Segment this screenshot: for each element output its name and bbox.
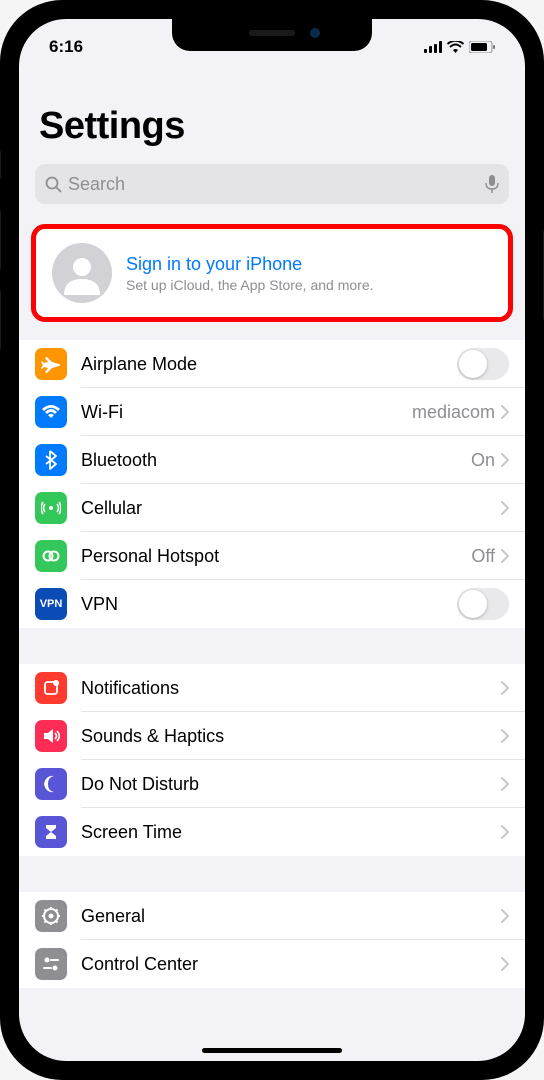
sign-in-card[interactable]: Sign in to your iPhone Set up iCloud, th… [31,224,513,322]
general-label: General [81,906,501,927]
system-group: General Control Center [19,892,525,988]
page-title: Settings [39,105,505,148]
avatar-placeholder [52,243,112,303]
search-box[interactable]: Search [35,164,509,204]
chevron-icon [501,777,509,791]
chevron-icon [501,549,509,563]
status-time: 6:16 [49,37,83,57]
status-icons [424,41,495,53]
sounds-icon [35,720,67,752]
connectivity-group: Airplane Mode Wi-Fi mediacom [19,340,525,628]
chevron-icon [501,729,509,743]
bluetooth-label: Bluetooth [81,450,471,471]
dnd-row[interactable]: Do Not Disturb [19,760,525,808]
hourglass-icon [35,816,67,848]
sign-in-subtitle: Set up iCloud, the App Store, and more. [126,277,374,293]
home-indicator[interactable] [202,1048,342,1053]
notifications-icon [35,672,67,704]
wifi-row-icon [35,396,67,428]
sliders-icon [35,948,67,980]
dnd-label: Do Not Disturb [81,774,501,795]
bluetooth-row[interactable]: Bluetooth On [19,436,525,484]
screentime-label: Screen Time [81,822,501,843]
chevron-icon [501,405,509,419]
signal-icon [424,41,442,53]
hotspot-icon [35,540,67,572]
screentime-row[interactable]: Screen Time [19,808,525,856]
search-icon [45,176,62,193]
airplane-toggle[interactable] [457,348,509,380]
sign-in-title: Sign in to your iPhone [126,254,374,275]
bluetooth-detail: On [471,450,495,471]
control-center-row[interactable]: Control Center [19,940,525,988]
chevron-icon [501,501,509,515]
notifications-row[interactable]: Notifications [19,664,525,712]
chevron-icon [501,681,509,695]
notifications-label: Notifications [81,678,501,699]
wifi-icon [447,41,464,53]
gear-icon [35,900,67,932]
phone-frame: 6:16 [0,0,544,1080]
hotspot-label: Personal Hotspot [81,546,471,567]
chevron-icon [501,453,509,467]
search-placeholder: Search [68,174,485,195]
chevron-icon [501,957,509,971]
control-center-label: Control Center [81,954,501,975]
notifications-group: Notifications Sounds & Haptics [19,664,525,856]
airplane-icon [35,348,67,380]
moon-icon [35,768,67,800]
cellular-row[interactable]: Cellular [19,484,525,532]
sounds-row[interactable]: Sounds & Haptics [19,712,525,760]
microphone-icon[interactable] [485,174,499,194]
airplane-mode-row[interactable]: Airplane Mode [19,340,525,388]
battery-icon [469,41,495,53]
bluetooth-icon [35,444,67,476]
wifi-label: Wi-Fi [81,402,412,423]
sounds-label: Sounds & Haptics [81,726,501,747]
chevron-icon [501,825,509,839]
vpn-label: VPN [81,594,457,615]
vpn-icon: VPN [35,588,67,620]
hotspot-detail: Off [471,546,495,567]
general-row[interactable]: General [19,892,525,940]
wifi-detail: mediacom [412,402,495,423]
chevron-icon [501,909,509,923]
hotspot-row[interactable]: Personal Hotspot Off [19,532,525,580]
wifi-row[interactable]: Wi-Fi mediacom [19,388,525,436]
vpn-toggle[interactable] [457,588,509,620]
airplane-label: Airplane Mode [81,354,457,375]
cellular-label: Cellular [81,498,501,519]
cellular-icon [35,492,67,524]
vpn-row[interactable]: VPN VPN [19,580,525,628]
page-header: Settings [19,65,525,156]
